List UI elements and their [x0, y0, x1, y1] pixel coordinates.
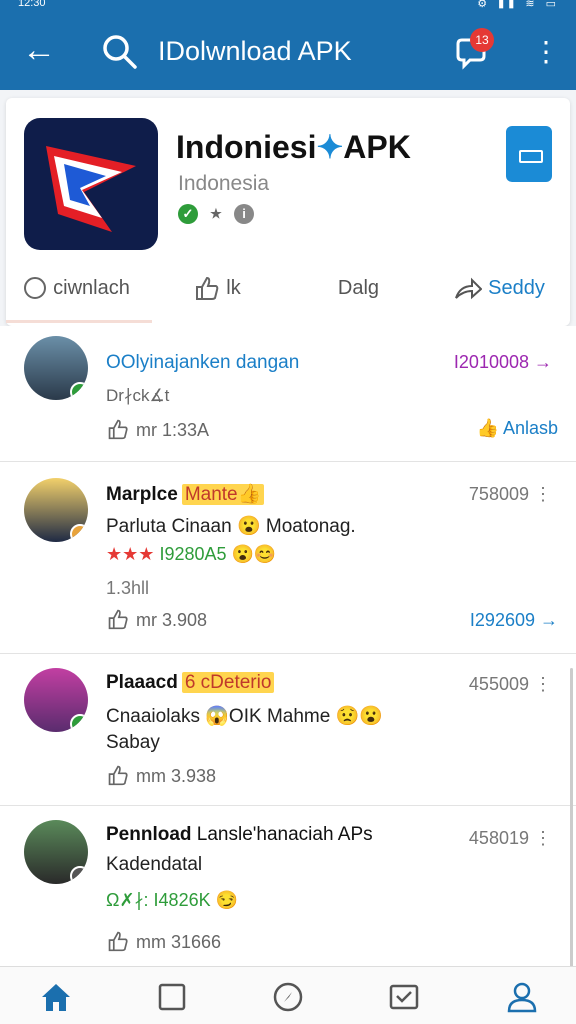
page-title: IDolwnload APK	[158, 36, 352, 66]
post-meta: Ω✗∤: I4826K 😏	[106, 890, 239, 910]
thumbs-up-icon[interactable]	[106, 418, 130, 440]
post-text: Kadendatal	[106, 854, 203, 875]
post-text: Parluta Cinaan 😮 Moatonag.	[106, 516, 356, 537]
post-like-count: mm 3.938	[136, 766, 217, 786]
post-text: Cnaaiolaks 😱OIK Mahme 😟😮	[106, 706, 383, 727]
post-rating: ★★★ I9280A5 😮😊	[106, 544, 276, 565]
inbox-check-icon[interactable]	[386, 979, 422, 1015]
status-dot-icon	[70, 866, 88, 884]
status-bar: 12:30 ⚙ ▮▮ ≋ ▭	[0, 0, 576, 12]
data-action[interactable]: Dalg	[288, 266, 429, 310]
verified-check-icon: ✓	[178, 204, 198, 224]
post-author-name: Plaaacd	[106, 672, 178, 693]
post-author[interactable]: Plaaacd 6 cDeterio	[106, 672, 275, 694]
post-author-name: Pennload	[106, 824, 192, 845]
square-icon[interactable]	[154, 979, 190, 1015]
rating-stars: ★★★	[106, 544, 155, 564]
post-author-name: Marplce	[106, 484, 178, 505]
list-item[interactable]: Marplce Mante👍 758009 ⋮ Parluta Cinaan 😮 …	[0, 462, 576, 654]
avatar[interactable]	[24, 820, 88, 884]
bottom-navigation	[0, 966, 576, 1024]
compass-icon[interactable]	[270, 979, 306, 1015]
post-tag: Mante👍	[181, 484, 265, 505]
post-link[interactable]: I292609 →	[470, 610, 558, 631]
thumbs-up-icon[interactable]	[106, 764, 130, 786]
post-count[interactable]: 458019 ⋮	[469, 828, 552, 849]
data-action-label: Dalg	[337, 276, 380, 299]
info-icon: i	[234, 204, 254, 224]
verification-row: ✓ ★ i	[178, 204, 254, 226]
post-text-2: Sabay	[106, 732, 160, 753]
post-like-count: mr 3.908	[136, 610, 208, 630]
active-tab-indicator	[6, 320, 152, 323]
share-action-label: Seddy	[488, 276, 545, 299]
post-text: Dr∤ck∡t	[106, 386, 170, 405]
notification-badge: 13	[470, 28, 494, 52]
status-time: 12:30	[18, 0, 46, 9]
post-author[interactable]: Pennload Lansle'hanaciah APs	[106, 824, 373, 846]
share-icon	[455, 277, 483, 300]
share-action[interactable]: Seddy	[429, 266, 570, 310]
star-icon: ★	[210, 206, 222, 221]
post-author[interactable]: Marplce Mante👍	[106, 482, 265, 506]
online-dot-icon	[70, 714, 88, 732]
list-item[interactable]: Pennload Lansle'hanaciah APs 458019 ⋮ Ka…	[0, 806, 576, 966]
post-like-count: mm 31666	[136, 932, 222, 952]
thumbs-up-icon[interactable]	[106, 930, 130, 952]
avatar[interactable]	[24, 336, 88, 400]
like-action-label: lk	[226, 276, 241, 299]
thumbs-up-icon[interactable]	[106, 608, 130, 630]
online-dot-icon	[70, 382, 88, 400]
status-icons: ⚙ ▮▮ ≋ ▭	[477, 0, 560, 10]
post-link-label: Anlasb	[502, 418, 558, 438]
avatar[interactable]	[24, 668, 88, 732]
like-action[interactable]: lk	[147, 266, 288, 310]
home-icon[interactable]	[38, 979, 74, 1015]
download-circle-icon	[24, 277, 47, 299]
post-link[interactable]: 👍 Anlasb	[477, 418, 558, 439]
download-action-label: ciwnlach	[53, 276, 130, 299]
rating-text: I9280A5 😮😊	[159, 544, 277, 564]
back-arrow-icon[interactable]: ←	[22, 30, 58, 70]
install-button[interactable]	[506, 126, 552, 182]
app-region: Indonesia	[178, 172, 270, 195]
app-header-card: Indoniesi✦APK Indonesia ✓ ★ i ciwnlach l…	[6, 98, 570, 326]
download-action[interactable]: ciwnlach	[6, 266, 147, 310]
post-count[interactable]: I2010008 →	[454, 352, 552, 373]
list-item[interactable]: OOlyinajanken dangan I2010008 → Dr∤ck∡t …	[0, 326, 576, 462]
post-feed[interactable]: OOlyinajanken dangan I2010008 → Dr∤ck∡t …	[0, 326, 576, 966]
post-sub: 1.3hll	[106, 578, 150, 598]
action-row: ciwnlach lk Dalg Seddy	[6, 266, 570, 310]
post-count[interactable]: 455009 ⋮	[469, 674, 552, 695]
post-author-rest: Lansle'hanaciah APs	[196, 824, 373, 845]
post-like-count: mr 1:33A	[136, 420, 210, 440]
app-logo-icon	[24, 118, 158, 250]
search-icon[interactable]	[100, 32, 140, 72]
post-author[interactable]: OOlyinajanken dangan	[106, 352, 299, 374]
post-count[interactable]: 758009 ⋮	[469, 484, 552, 505]
status-dot-icon	[70, 524, 88, 542]
scrollbar[interactable]	[570, 668, 573, 968]
thumbs-up-icon	[196, 276, 219, 300]
post-tag: 6 cDeterio	[181, 672, 275, 693]
more-options-icon[interactable]: ⋮	[532, 34, 560, 70]
list-item[interactable]: Plaaacd 6 cDeterio 455009 ⋮ Cnaaiolaks 😱O…	[0, 654, 576, 806]
top-app-bar: ← IDolwnload APK 13 ⋮	[0, 12, 576, 90]
profile-icon[interactable]	[504, 979, 540, 1015]
avatar[interactable]	[24, 478, 88, 542]
app-name: Indoniesi✦APK	[176, 129, 411, 165]
